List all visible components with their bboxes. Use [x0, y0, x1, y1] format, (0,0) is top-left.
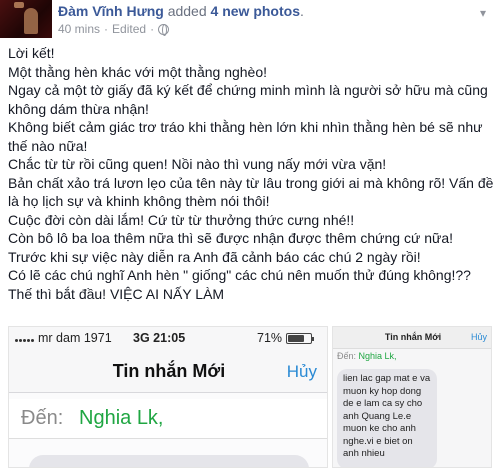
post-meta: 40 mins · Edited ·: [58, 22, 170, 36]
post-paragraph: Chắc từ từ rồi cũng quen! Nồi nào thì vu…: [8, 156, 387, 172]
carrier-name: mr dam 1971: [38, 331, 112, 345]
battery-percent: 71%: [257, 331, 283, 345]
post-paragraph: Ngay cả một tờ giấy đã ký kết để chứng m…: [8, 82, 488, 117]
post-paragraph: Còn bô lô ba loa thêm nữa thì sẽ được nh…: [8, 230, 454, 246]
status-carrier: mr dam 1971: [15, 331, 112, 345]
post-paragraph: Một thằng hèn khác với một thằng nghèo!: [8, 63, 268, 80]
author-name-link[interactable]: Đàm Vĩnh Hưng: [58, 3, 164, 19]
recipient-value: Nghia Lk,: [79, 407, 164, 429]
new-message-title: Tin nhắn Mới: [112, 361, 226, 381]
photo-sms-screenshot-side[interactable]: Tin nhắn Mới Hủy Đến: Nghia Lk, lien lac…: [332, 326, 492, 468]
status-clock: 21:05: [153, 331, 186, 345]
post-paragraph: Trước khi sự việc này diễn ra Anh đã cản…: [8, 248, 421, 265]
status-battery: 71%: [257, 331, 315, 345]
status-network-clock: 3G 21:05: [133, 331, 185, 345]
post-action-prefix: added: [167, 3, 207, 19]
phone-status-bar: mr dam 1971 3G 21:05 71%: [9, 327, 327, 349]
battery-icon: [286, 332, 315, 344]
post-paragraph: Cuộc đời còn dài lắm! Cứ từ từ thưởng th…: [8, 211, 355, 228]
post-action-suffix: .: [299, 3, 304, 19]
signal-icon: [15, 334, 34, 342]
message-nav-bar: Tin nhắn Mới Hủy: [9, 349, 327, 393]
post-body: Lời kết! Một thằng hèn khác với một thằn…: [8, 44, 498, 303]
side-recipient-label: Đến:: [337, 351, 357, 361]
network-type: 3G: [133, 331, 150, 345]
chevron-down-icon[interactable]: ▾: [474, 4, 492, 22]
side-recipient-value: Nghia Lk,: [358, 351, 397, 361]
edited-label[interactable]: Edited: [112, 22, 146, 36]
photos-link[interactable]: 4 new photos: [211, 3, 300, 19]
photo-sms-screenshot-main[interactable]: mr dam 1971 3G 21:05 71% Tin nhắn Mới Hủ…: [8, 326, 328, 468]
meta-separator: ·: [104, 22, 109, 36]
post-timestamp[interactable]: 40 mins: [58, 22, 100, 36]
side-cancel-button: Hủy: [470, 332, 487, 342]
recipient-label: Đến:: [21, 407, 64, 429]
post-paragraph: Không biết cảm giác trơ tráo khi thằng h…: [8, 119, 483, 154]
post-paragraph: Có lẽ các chú nghĩ Anh hèn " giống" các …: [8, 267, 471, 283]
cancel-button: Hủy: [286, 362, 317, 381]
side-nav-bar: Tin nhắn Mới Hủy: [333, 327, 491, 349]
message-bubble: [29, 455, 309, 467]
post-paragraph: Bản chất xảo trá lươn lẹo của tên này từ…: [8, 174, 494, 210]
post-paragraph: Thế thì bắt đầu! VIỆC AI NẤY LÀM: [8, 285, 225, 302]
side-title: Tin nhắn Mới: [384, 332, 442, 342]
post-header: Đàm Vĩnh Hưng added 4 new photos. 40 min…: [0, 0, 500, 40]
globe-icon[interactable]: [158, 23, 170, 36]
side-message-bubble: lien lac gap mat e va muon ky hop dong d…: [337, 369, 437, 467]
author-avatar[interactable]: [0, 0, 52, 38]
recipient-row: Đến: Nghia Lk,: [9, 399, 327, 439]
post-paragraph: Lời kết!: [8, 45, 55, 61]
side-recipient-row: Đến: Nghia Lk,: [337, 351, 397, 361]
meta-separator-2: ·: [150, 22, 155, 36]
author-line: Đàm Vĩnh Hưng added 4 new photos.: [58, 3, 304, 19]
